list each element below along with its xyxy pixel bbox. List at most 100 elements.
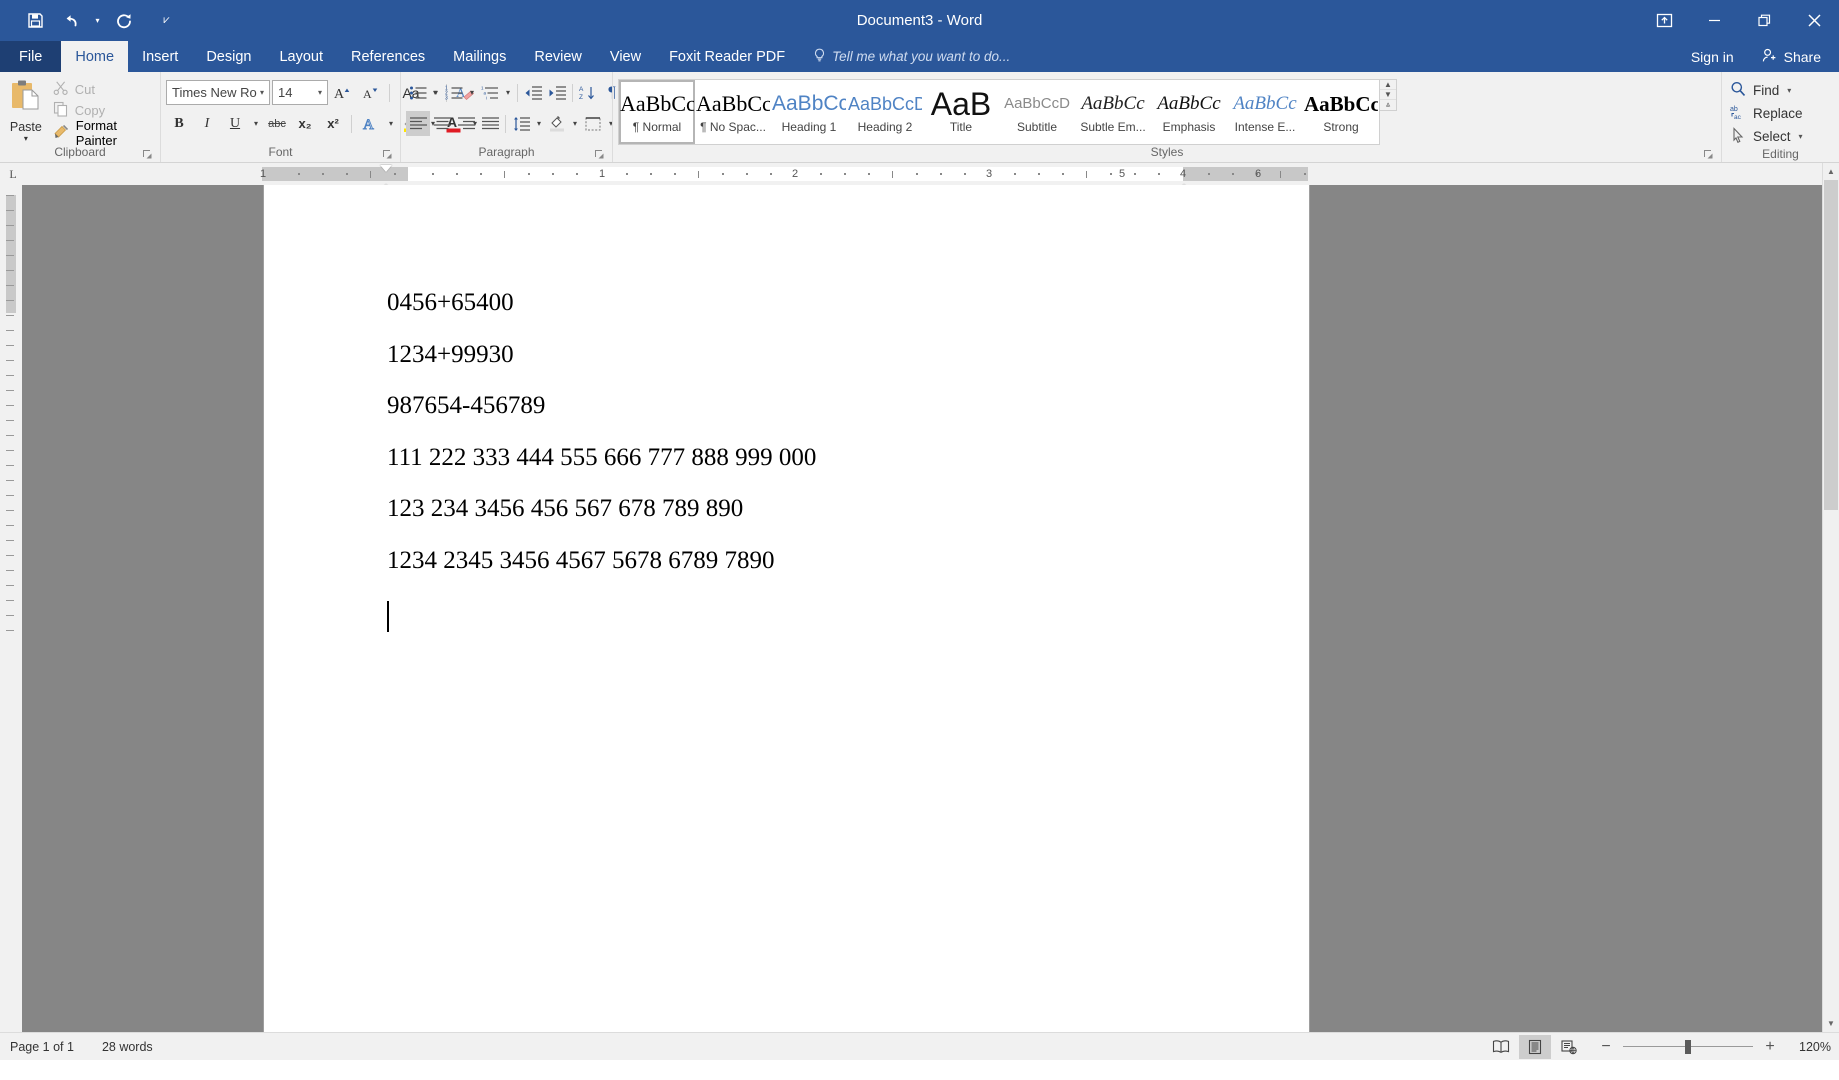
document-line[interactable]: 1234+99930 [387,342,1209,394]
document-line[interactable]: 111 222 333 444 555 666 777 888 999 000 [387,445,1209,497]
horizontal-ruler[interactable]: L 1 1 2 3 4 5 6 [0,163,1822,200]
align-left-icon[interactable] [406,111,430,136]
zoom-out-button[interactable]: − [1597,1038,1615,1056]
vertical-ruler[interactable] [0,185,22,1032]
customize-qat-icon[interactable]: ⩗ [159,6,174,36]
document-line[interactable]: 1234 2345 3456 4567 5678 6789 7890 [387,548,1209,600]
borders-icon[interactable] [581,111,605,136]
word-count[interactable]: 28 words [102,1040,153,1054]
style-title[interactable]: AaB Title [923,80,999,144]
tab-file[interactable]: File [0,41,62,72]
style-subtle-emphasis[interactable]: AaBbCc Subtle Em... [1075,80,1151,144]
font-name-combo[interactable]: Times New Ro ▾ [166,80,270,105]
print-layout-icon[interactable] [1519,1035,1551,1059]
page-indicator[interactable]: Page 1 of 1 [10,1040,74,1054]
page-canvas[interactable]: 0456+65400 1234+99930 987654-456789 111 … [22,185,1822,1032]
styles-gallery[interactable]: AaBbCc ¶ Normal AaBbCc ¶ No Spac... AaBb… [618,79,1380,145]
undo-dropdown-caret[interactable]: ▾ [90,6,105,36]
styles-scroll-up-icon[interactable]: ▲ [1380,80,1396,89]
shading-icon[interactable] [545,111,569,136]
document-page[interactable]: 0456+65400 1234+99930 987654-456789 111 … [264,185,1309,1032]
document-line[interactable]: 123 234 3456 456 567 678 789 890 [387,496,1209,548]
tab-design[interactable]: Design [192,41,265,72]
chevron-down-icon[interactable]: ▾ [257,88,267,97]
paste-dropdown-caret[interactable]: ▾ [24,135,28,143]
style-strong[interactable]: AaBbCc Strong [1303,80,1379,144]
tab-foxit-reader-pdf[interactable]: Foxit Reader PDF [655,41,799,72]
strikethrough-button[interactable]: abc [264,111,290,136]
restore-icon[interactable] [1739,0,1789,41]
find-caret[interactable]: ▾ [1787,86,1791,95]
read-mode-icon[interactable] [1485,1035,1517,1059]
clipboard-dialog-launcher[interactable] [142,149,153,160]
paste-button[interactable]: Paste ▾ [5,76,47,144]
style-intense-emphasis[interactable]: AaBbCc Intense E... [1227,80,1303,144]
zoom-slider-thumb[interactable] [1685,1040,1691,1054]
shrink-font-icon[interactable]: A [358,80,384,105]
text-effects-caret[interactable]: ▾ [385,111,397,136]
style-subtitle[interactable]: AaBbCcD Subtitle [999,80,1075,144]
font-dialog-launcher[interactable] [382,149,393,160]
style-no-spacing[interactable]: AaBbCc ¶ No Spac... [695,80,771,144]
decrease-indent-icon[interactable] [521,80,545,105]
cut-button[interactable]: Cut [49,79,155,100]
sign-in-button[interactable]: Sign in [1677,49,1748,65]
minimize-icon[interactable] [1689,0,1739,41]
web-layout-icon[interactable] [1553,1035,1585,1059]
text-effects-icon[interactable]: A [357,111,383,136]
line-spacing-icon[interactable] [509,111,533,136]
share-button[interactable]: Share [1747,41,1839,72]
tell-me-search[interactable]: Tell me what you want to do... [799,41,1020,72]
superscript-button[interactable]: x² [320,111,346,136]
tab-view[interactable]: View [596,41,655,72]
format-painter-button[interactable]: Format Painter [49,118,155,148]
ribbon-display-options-icon[interactable] [1639,0,1689,41]
increase-indent-icon[interactable] [545,80,569,105]
tab-layout[interactable]: Layout [265,41,337,72]
styles-more-icon[interactable]: ⩓ [1380,99,1396,110]
tab-review[interactable]: Review [520,41,596,72]
paragraph-dialog-launcher[interactable] [594,149,605,160]
scroll-down-icon[interactable]: ▼ [1823,1015,1839,1032]
find-button[interactable]: Find ▾ [1727,79,1806,101]
scroll-up-icon[interactable]: ▲ [1823,163,1839,180]
tab-mailings[interactable]: Mailings [439,41,520,72]
styles-scroll-buttons[interactable]: ▲ ▼ ⩓ [1380,79,1397,111]
scrollbar-thumb[interactable] [1824,180,1838,510]
underline-caret[interactable]: ▾ [250,111,262,136]
grow-font-icon[interactable]: A [330,80,356,105]
undo-icon[interactable] [54,6,88,36]
vertical-scrollbar[interactable]: ▲ ▼ [1822,163,1839,1032]
numbering-icon[interactable]: 123 [442,80,466,105]
redo-icon[interactable] [107,6,141,36]
numbering-caret[interactable]: ▾ [466,80,478,105]
multilevel-list-icon[interactable]: 1ai [478,80,502,105]
chevron-down-icon[interactable]: ▾ [315,88,325,97]
zoom-in-button[interactable]: + [1761,1038,1779,1056]
close-icon[interactable] [1789,0,1839,41]
shading-caret[interactable]: ▾ [569,111,581,136]
zoom-slider[interactable] [1623,1039,1753,1055]
select-button[interactable]: Select ▾ [1727,125,1806,147]
subscript-button[interactable]: x₂ [292,111,318,136]
bold-button[interactable]: B [166,111,192,136]
font-size-combo[interactable]: 14 ▾ [272,80,328,105]
style-normal[interactable]: AaBbCc ¶ Normal [619,80,695,144]
italic-button[interactable]: I [194,111,220,136]
replace-button[interactable]: ab ac Replace [1727,102,1806,124]
bullets-caret[interactable]: ▾ [430,80,442,105]
document-text-body[interactable]: 0456+65400 1234+99930 987654-456789 111 … [387,290,1209,651]
bullets-icon[interactable] [406,80,430,105]
style-heading-2[interactable]: AaBbCcD Heading 2 [847,80,923,144]
first-line-indent-marker[interactable] [380,165,392,172]
document-empty-line[interactable] [387,599,1209,651]
styles-dialog-launcher[interactable] [1703,149,1714,160]
multilevel-caret[interactable]: ▾ [502,80,514,105]
tab-insert[interactable]: Insert [128,41,192,72]
styles-scroll-down-icon[interactable]: ▼ [1380,89,1396,99]
line-spacing-caret[interactable]: ▾ [533,111,545,136]
underline-button[interactable]: U [222,111,248,136]
select-caret[interactable]: ▾ [1799,132,1803,141]
justify-icon[interactable] [478,111,502,136]
align-right-icon[interactable] [454,111,478,136]
